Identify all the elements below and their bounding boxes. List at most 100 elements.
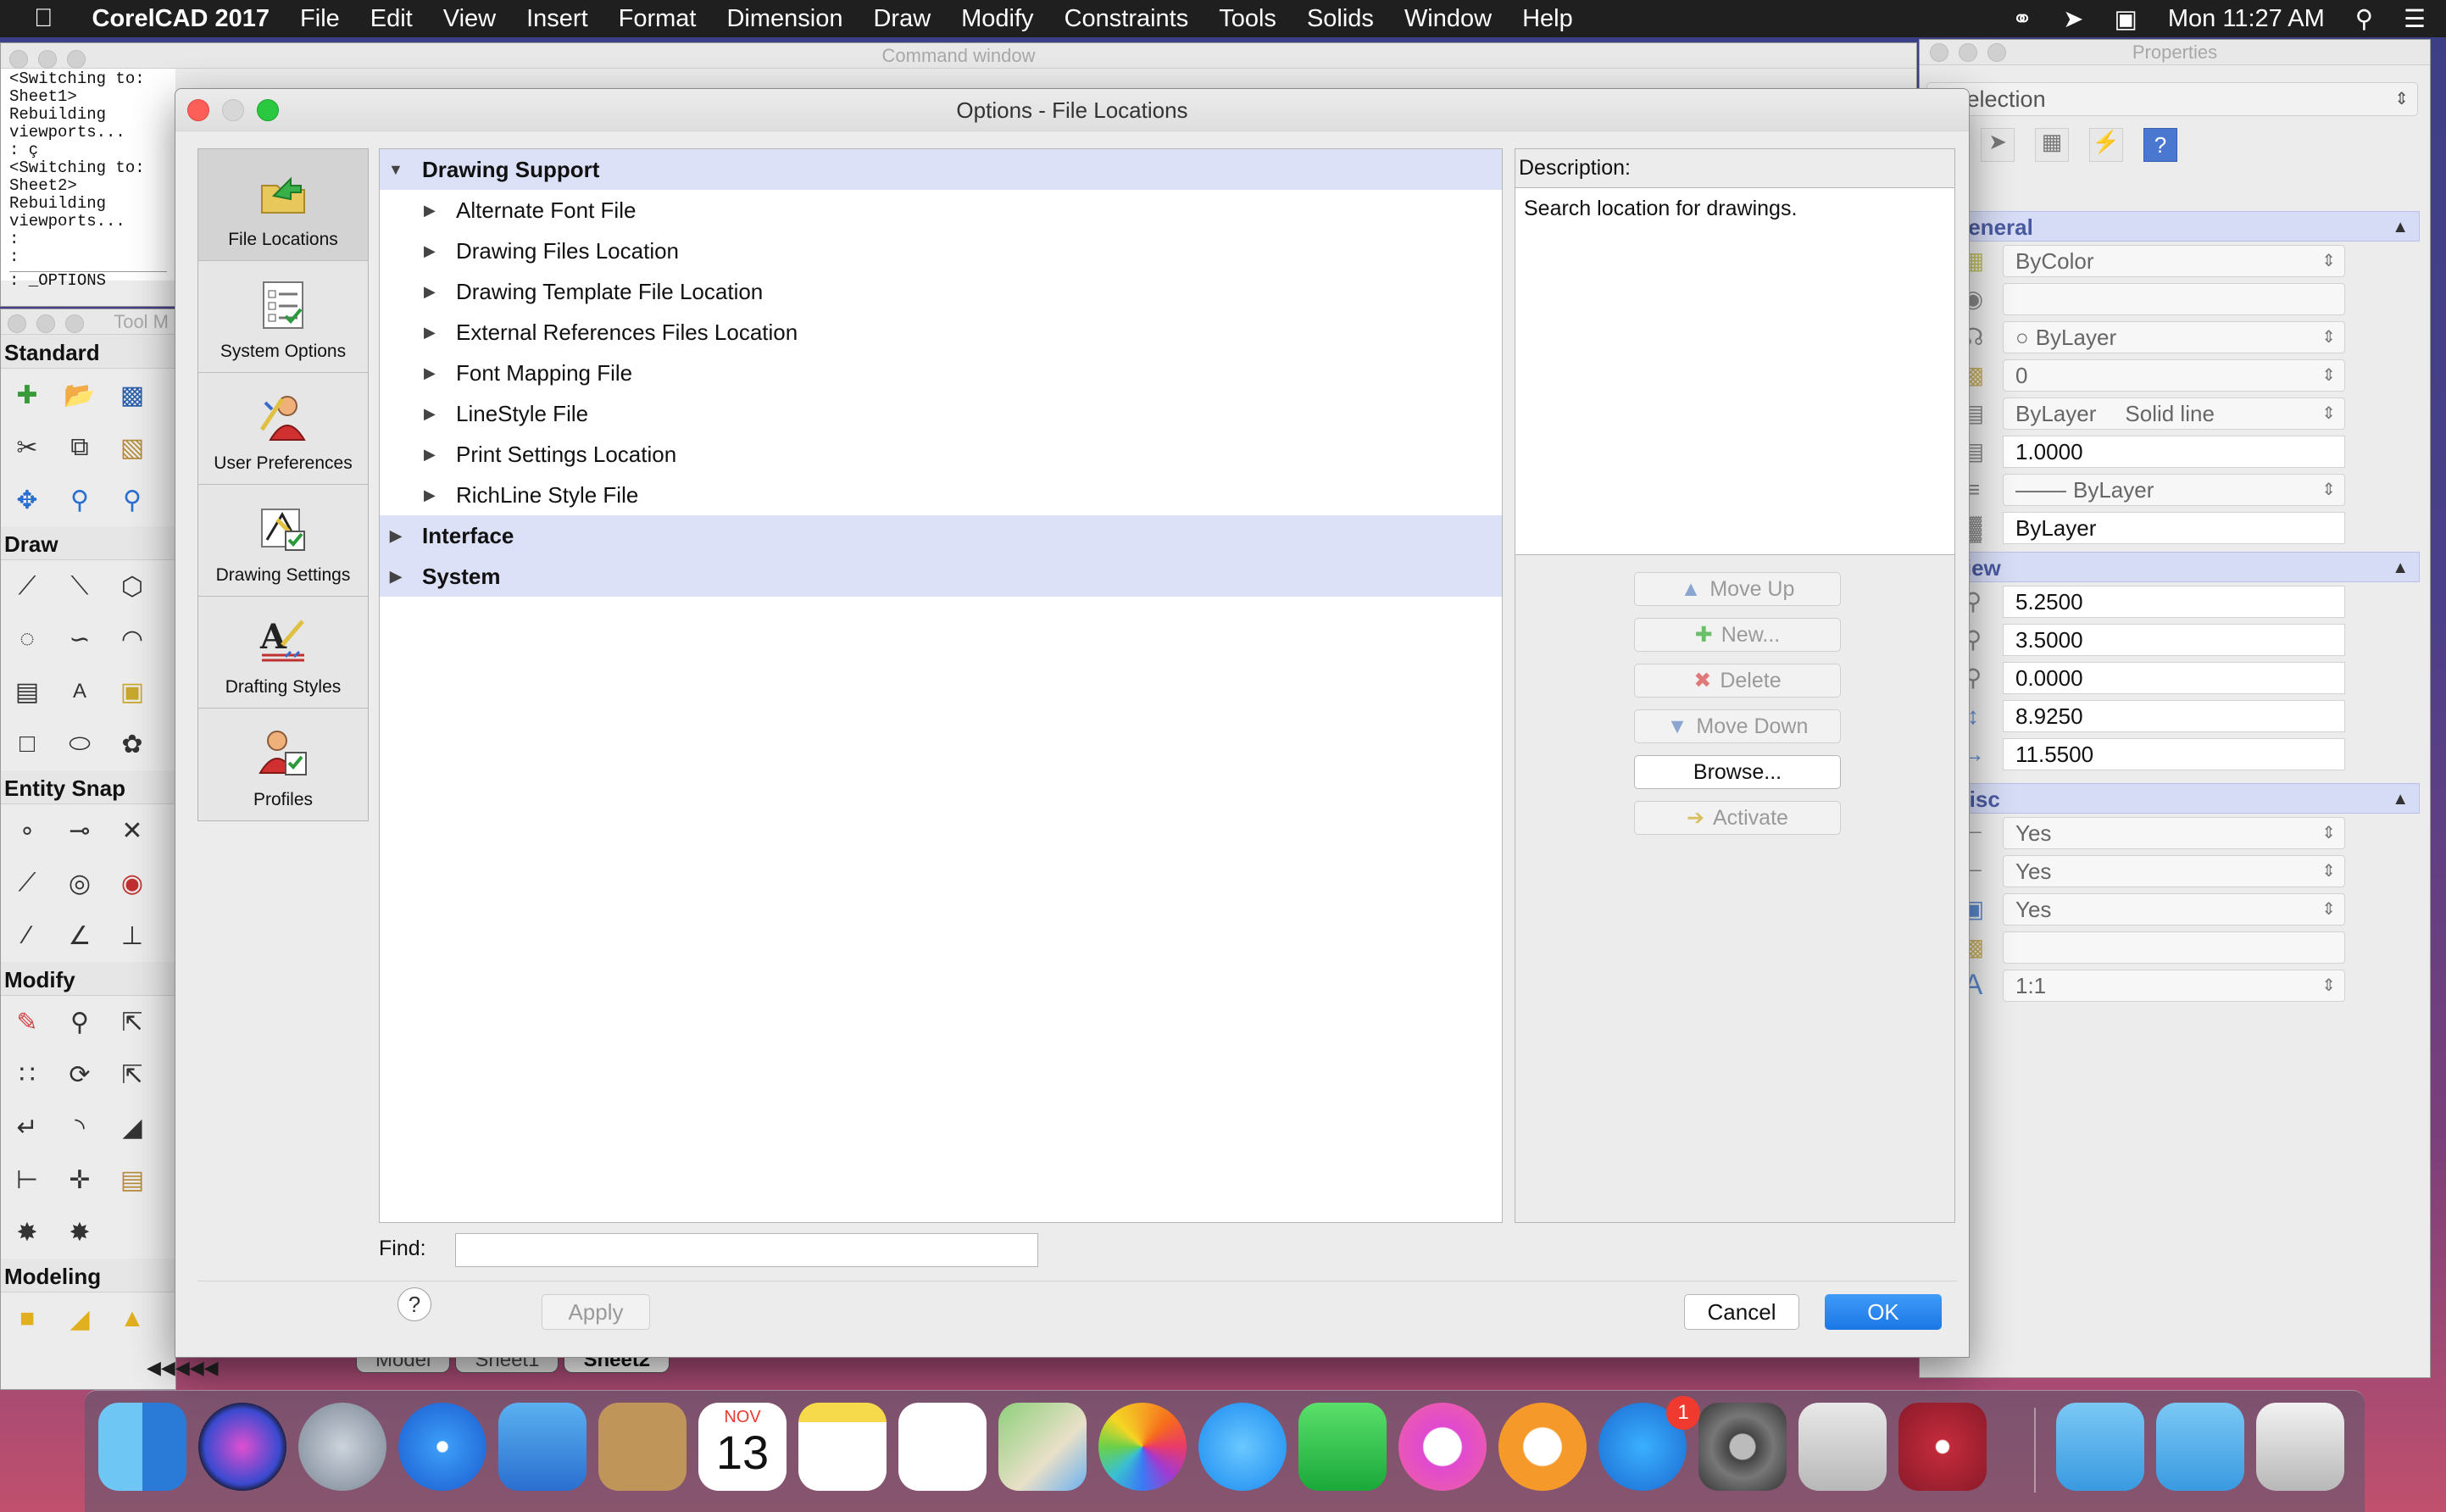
break-icon[interactable]: ✛ [53,1153,106,1206]
toolbox-section-entity-snap[interactable]: Entity Snap [1,770,175,804]
activate-button[interactable]: ➔ Activate [1634,801,1841,835]
menu-format[interactable]: Format [603,5,712,33]
color-field[interactable]: ByColor ⇕ [2003,244,2345,277]
center-y-field[interactable]: 3.5000 [2003,623,2345,656]
height-field[interactable]: 8.9250 [2003,699,2345,732]
close-icon[interactable] [8,314,26,333]
cancel-button[interactable]: Cancel [1684,1294,1799,1330]
toolbox-section-standard[interactable]: Standard [1,335,175,369]
snap-intersection-icon[interactable]: ✕ [106,804,158,857]
zoom-icon[interactable] [65,314,84,333]
center-x-field[interactable]: 5.2500 [2003,585,2345,618]
snap-midpoint-icon[interactable]: ⊸ [53,804,106,857]
cone-solid-icon[interactable]: ▲ [106,1292,158,1345]
facetime-icon[interactable] [1298,1403,1387,1491]
minimize-icon[interactable] [1959,43,1977,62]
ucs-per-viewport-field[interactable]: Yes ⇕ [2003,892,2345,926]
tree-item-alternate-font-file[interactable]: ▶ Alternate Font File [380,190,1502,231]
arc-icon[interactable]: ◠ [106,613,158,665]
disclosure-collapsed-icon[interactable]: ▶ [424,434,436,475]
find-input[interactable] [455,1233,1038,1267]
notification-center-icon[interactable]: ☰ [2388,4,2446,34]
spline-icon[interactable]: ∽ [53,613,106,665]
menu-file[interactable]: File [285,5,355,33]
text-icon[interactable]: A [53,665,106,718]
apply-button[interactable]: Apply [542,1294,650,1330]
move-down-button[interactable]: ▼ Move Down [1634,709,1841,743]
browse-button[interactable]: Browse... [1634,755,1841,789]
disclosure-collapsed-icon[interactable]: ▶ [424,271,436,312]
ucs-name-field[interactable] [2003,931,2345,964]
snap-center-icon[interactable]: ◎ [53,857,106,909]
clock[interactable]: Mon 11:27 AM [2153,5,2340,33]
ucs-icon-origin-field[interactable]: Yes ⇕ [2003,854,2345,887]
command-input[interactable]: : _OPTIONS [9,271,167,290]
minimize-icon[interactable] [38,50,57,69]
wedge-solid-icon[interactable]: ◢ [53,1292,106,1345]
toggle-pickadd-icon[interactable]: ▦ [2035,128,2069,162]
pan-icon[interactable]: ✥ [1,474,53,526]
snap-tangent-icon[interactable]: ∠ [53,909,106,962]
trim-icon[interactable]: ⊢ [1,1153,53,1206]
messages-icon[interactable] [1198,1403,1287,1491]
wifi-icon[interactable]: ➤ [2048,4,2099,34]
annotation-scale-field[interactable]: 1:1 ⇕ [2003,969,2345,1002]
cut-icon[interactable]: ✂ [1,421,53,474]
sidebar-item-profiles[interactable]: Profiles [198,709,368,820]
print-style-field[interactable]: ByLayer [2003,511,2345,544]
close-icon[interactable] [187,99,209,121]
mail-icon[interactable] [498,1403,586,1491]
snap-nearest-icon[interactable]: ⟋ [1,857,53,909]
sidebar-item-file-locations[interactable]: File Locations [198,149,368,261]
lightning-icon[interactable]: ⚡ [2089,128,2123,162]
sidebar-item-system-options[interactable]: System Options [198,261,368,373]
properties-group-misc[interactable]: Misc ▲ [1943,783,2420,814]
menu-modify[interactable]: Modify [946,5,1048,33]
menu-tools[interactable]: Tools [1204,5,1292,33]
disclosure-expanded-icon[interactable]: ▼ [388,149,403,190]
disclosure-collapsed-icon[interactable]: ▶ [424,312,436,353]
move-up-button[interactable]: ▲ Move Up [1634,572,1841,606]
documents-folder-icon[interactable] [2056,1403,2144,1491]
close-icon[interactable] [1930,43,1948,62]
properties-group-general[interactable]: General ▲ [1943,211,2420,242]
menu-draw[interactable]: Draw [858,5,946,33]
linescale-field[interactable]: 1.0000 [2003,435,2345,468]
snap-parallel-icon[interactable]: ∕ [1,909,53,962]
properties-group-view[interactable]: View ▲ [1943,552,2420,582]
downloads-folder-icon[interactable] [2156,1403,2244,1491]
open-file-icon[interactable]: 📂 [53,369,106,421]
tree-item-richline-style-file[interactable]: ▶ RichLine Style File [380,475,1502,515]
toolbox-section-modeling[interactable]: Modeling [1,1259,175,1292]
siri-icon[interactable] [198,1403,286,1491]
menu-edit[interactable]: Edit [355,5,428,33]
ok-button[interactable]: OK [1825,1294,1942,1330]
corelcad-icon[interactable] [1898,1403,1987,1491]
hatch-icon[interactable]: ▤ [1,665,53,718]
scale-icon[interactable]: ⇱ [106,1048,158,1101]
spotlight-search-icon[interactable]: ⚲ [2340,4,2388,34]
safari-icon[interactable] [398,1403,486,1491]
copy-icon[interactable]: ⧉ [53,421,106,474]
width-field[interactable]: 11.5500 [2003,737,2345,770]
hatch-edit-icon[interactable]: ▤ [106,1153,158,1206]
tree-item-font-mapping-file[interactable]: ▶ Font Mapping File [380,353,1502,393]
zoom-icon[interactable]: ⚲ [53,474,106,526]
lineweight-field[interactable]: ByLayer ⇕ [2003,473,2345,506]
tree-item-drawing-template-file-location[interactable]: ▶ Drawing Template File Location [380,271,1502,312]
transparency-field[interactable]: ○ ByLayer ⇕ [2003,320,2345,353]
system-preferences-icon[interactable] [1698,1403,1787,1491]
apple-icon[interactable]:  [0,4,69,33]
polygon-icon[interactable]: ⬡ [106,560,158,613]
snap-endpoint-icon[interactable]: ∘ [1,804,53,857]
zoom-window-icon[interactable]: ⚲ [106,474,158,526]
chamfer-icon[interactable]: ◢ [106,1101,158,1153]
menu-app-name[interactable]: CorelCAD 2017 [69,5,286,33]
zoom-icon[interactable] [67,50,86,69]
snap-quadrant-icon[interactable]: ◉ [106,857,158,909]
tree-category-drawing-support[interactable]: ▼ Drawing Support [380,149,1502,190]
disclosure-collapsed-icon[interactable]: ▶ [424,190,436,231]
sidebar-item-drawing-settings[interactable]: Drawing Settings [198,485,368,597]
disclosure-collapsed-icon[interactable]: ▶ [424,231,436,271]
offset-icon[interactable]: ↵ [1,1101,53,1153]
